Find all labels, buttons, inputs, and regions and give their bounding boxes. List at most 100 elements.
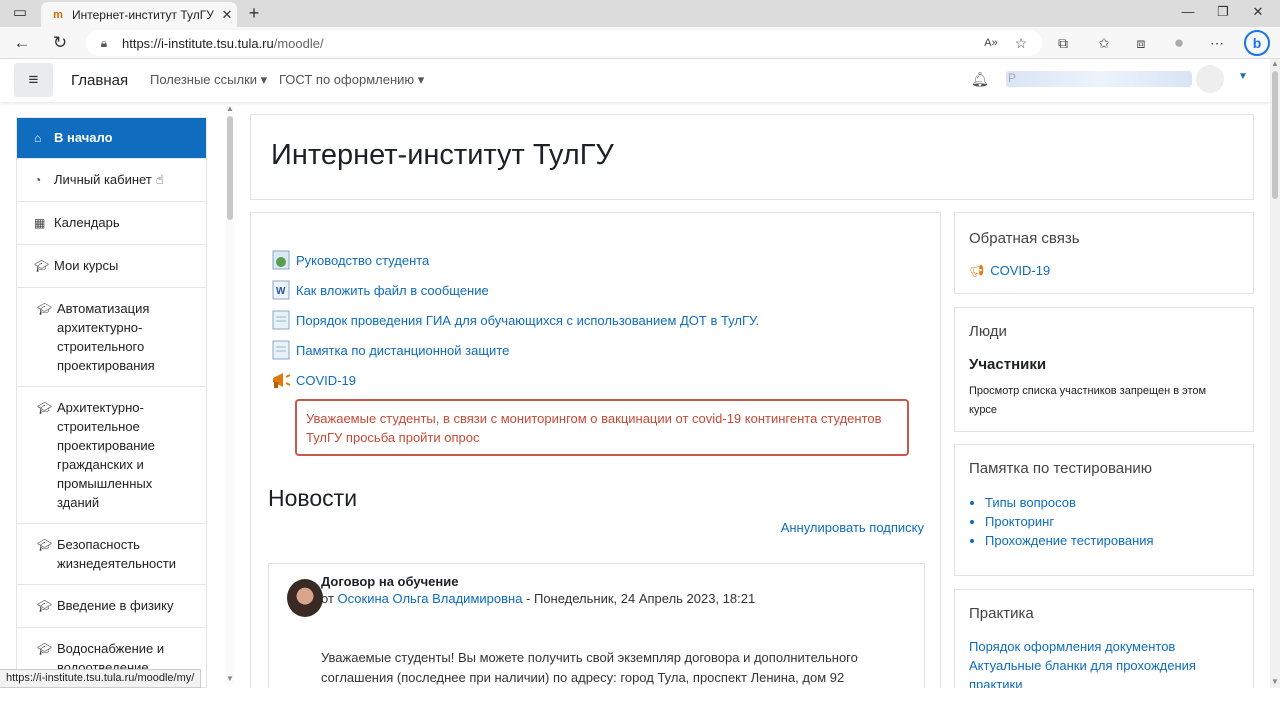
dashboard-icon: ◔ [34,173,42,187]
testing-list: Типы вопросов Прокторинг Прохождение тес… [985,493,1154,550]
url-icon [271,250,291,270]
graduation-cap-icon: 🎓︎ [37,538,53,552]
practice-link[interactable]: Порядок оформления документов [969,639,1175,654]
window-bottom [0,688,1280,720]
favorites-icon[interactable]: ✩ [1093,33,1115,53]
drawer-item-label: В начало [54,130,113,145]
scroll-thumb[interactable] [1272,71,1278,199]
collections-icon[interactable]: ⧈ [1130,33,1152,53]
feedback-link[interactable]: 📢︎ COVID-19 [969,263,1050,278]
scroll-down-icon[interactable]: ▼ [1271,677,1279,686]
graduation-cap-icon: 🎓︎ [37,401,53,415]
url-field[interactable]: 🔒︎ https://i-institute.tsu.tula.ru/moodl… [86,30,1042,56]
drawer-item-dashboard[interactable]: ◔ Личный кабинет ☝︎ [17,159,206,202]
browser-tab-bar: ▭ m Интернет-институт ТулГУ ✕ + — ❐ ✕ [0,0,1280,27]
testing-link[interactable]: Прохождение тестирования [985,531,1154,550]
drawer-scroll-down-icon[interactable]: ▼ [226,674,234,683]
drawer-course-item[interactable]: 🎓︎ Безопасность жизнедеятельности [17,524,206,585]
read-aloud-icon[interactable]: A» [980,33,1002,53]
drawer-item-calendar[interactable]: ▦ Календарь [17,202,206,245]
feedback-link-label[interactable]: COVID-19 [990,263,1050,278]
notifications-bell-icon[interactable]: 🔔︎ [971,71,989,88]
drawer-item-my-courses[interactable]: 🎓︎ Мои курсы [17,245,206,288]
news-post: Договор на обучение от Осокина Ольга Вла… [268,563,925,691]
block-testing: Памятка по тестированию Типы вопросов Пр… [954,444,1254,576]
drawer-item-label: Личный кабинет [54,172,152,187]
block-feedback: Обратная связь 📢︎ COVID-19 [954,212,1254,294]
covid-alert[interactable]: Уважаемые студенты, в связи с мониторинг… [295,399,909,456]
testing-link[interactable]: Типы вопросов [985,493,1154,512]
course-label: Введение в физику [57,598,174,613]
drawer-course-item[interactable]: 🎓︎ Введение в физику [17,585,206,628]
post-author-link[interactable]: Осокина Ольга Владимировна [338,591,523,606]
user-avatar[interactable] [1196,65,1224,93]
back-icon[interactable]: ← [10,32,34,54]
graduation-cap-icon: 🎓︎ [34,259,50,273]
drawer-item-home[interactable]: ⌂ В начало [17,118,206,159]
post-byline: от Осокина Ольга Владимировна - Понедель… [321,591,755,606]
drawer-course-item[interactable]: 🎓︎ Архитектурно-строительное проектирова… [17,387,206,524]
bing-icon[interactable]: b [1244,30,1270,56]
scroll-up-icon[interactable]: ▲ [1271,59,1279,68]
calendar-icon: ▦ [34,216,46,230]
graduation-cap-icon: 🎓︎ [37,302,53,316]
feedback-icon [271,370,291,390]
participants-text: Просмотр списка участников запрещен в эт… [969,385,1207,416]
resource-label: Памятка по дистанционной защите [296,342,510,358]
resource-link[interactable]: COVID-19 [271,370,356,390]
url-host: https://i-institute.tsu.tula.ru [122,35,274,51]
drawer-scrollbar[interactable]: ▲ ▼ [226,104,234,684]
practice-link[interactable]: Актуальные бланки для прохождения [969,658,1196,673]
graduation-cap-icon: 🎓︎ [37,599,53,613]
unsubscribe-link[interactable]: Аннулировать подписку [781,520,924,535]
drawer-item-label: Календарь [54,215,120,230]
moodle-favicon-icon: m [53,8,63,21]
moodle-navbar: ≡ Главная Полезные ссылки ▾ ГОСТ по офор… [0,59,1270,102]
drawer-course-item[interactable]: 🎓︎ Автоматизация архитектурно-строительн… [17,288,206,387]
post-body: Уважаемые студенты! Вы можете получить с… [321,650,858,691]
tab-title: Интернет-институт ТулГУ [72,7,214,22]
resource-label: Руководство студента [296,252,430,268]
page-title: Интернет-институт ТулГУ [271,139,614,171]
drawer-item-label: Мои курсы [54,258,119,273]
extensions-icon[interactable]: ⧉ [1052,33,1074,53]
practice-links: Порядок оформления документов Актуальные… [969,637,1196,689]
course-label: Автоматизация архитектурно-строительного… [57,301,155,373]
url-path: /moodle/ [273,35,324,51]
tab-actions-icon[interactable]: ▭ [8,4,32,24]
resource-link[interactable]: W Как вложить файл в сообщение [271,280,489,300]
testing-link[interactable]: Прокторинг [985,512,1154,531]
user-menu-caret-icon[interactable]: ▼ [1238,71,1248,82]
block-title: Практика [969,605,1034,622]
more-menu-icon[interactable]: ⋯ [1206,33,1228,53]
browser-tab[interactable]: m Интернет-институт ТулГУ ✕ [41,2,237,27]
news-title: Новости [268,485,358,511]
course-label: Безопасность жизнедеятельности [57,537,176,571]
refresh-icon[interactable]: ↻ [48,32,72,54]
graduation-cap-icon: 🎓︎ [37,642,53,656]
page-scrollbar[interactable]: ▲ ▼ [1270,59,1280,688]
brand-home-link[interactable]: Главная [71,72,128,89]
resource-label: Порядок проведения ГИА для обучающихся с… [296,312,760,328]
maximize-icon[interactable]: ❐ [1208,4,1238,20]
add-favorite-icon[interactable]: ☆ [1010,33,1032,53]
post-subject: Договор на обучение [321,574,459,589]
useful-links-menu[interactable]: Полезные ссылки ▾ [150,72,267,88]
window-close-icon[interactable]: ✕ [1243,4,1273,20]
drawer-scroll-up-icon[interactable]: ▲ [226,104,234,113]
menu-toggle-button[interactable]: ≡ [14,63,53,97]
user-name-blurred[interactable]: Р [1006,71,1192,87]
resource-link[interactable]: Руководство студента [271,250,429,270]
home-icon: ⌂ [34,131,42,145]
svg-text:W: W [276,286,286,297]
author-avatar[interactable] [287,579,323,617]
participants-heading: Участники [969,356,1047,373]
tab-close-icon[interactable]: ✕ [217,7,237,23]
new-tab-button[interactable]: + [242,4,266,24]
resource-link[interactable]: Порядок проведения ГИА для обучающихся с… [271,310,759,330]
resource-link[interactable]: Памятка по дистанционной защите [271,340,509,360]
gost-menu[interactable]: ГОСТ по оформлению ▾ [279,72,424,88]
minimize-icon[interactable]: — [1173,4,1203,19]
profile-icon[interactable]: ● [1168,33,1190,53]
drawer-scroll-thumb[interactable] [227,116,233,220]
